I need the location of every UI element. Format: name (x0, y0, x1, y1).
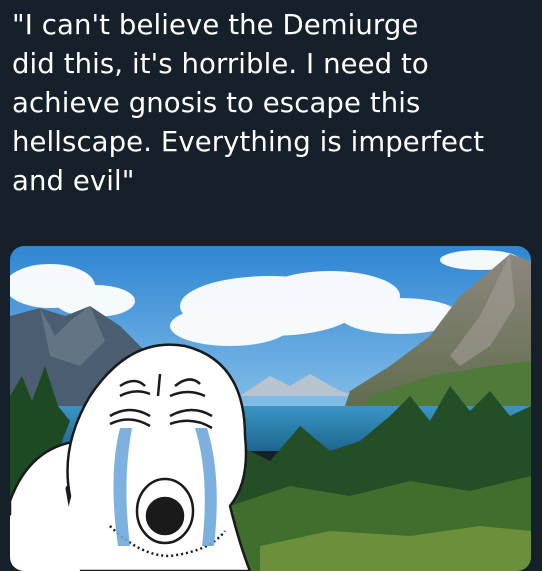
tweet-image[interactable] (10, 246, 531, 571)
tweet-text: "I can't believe the Demiurge did this, … (12, 9, 485, 197)
landscape-photo (10, 246, 531, 571)
